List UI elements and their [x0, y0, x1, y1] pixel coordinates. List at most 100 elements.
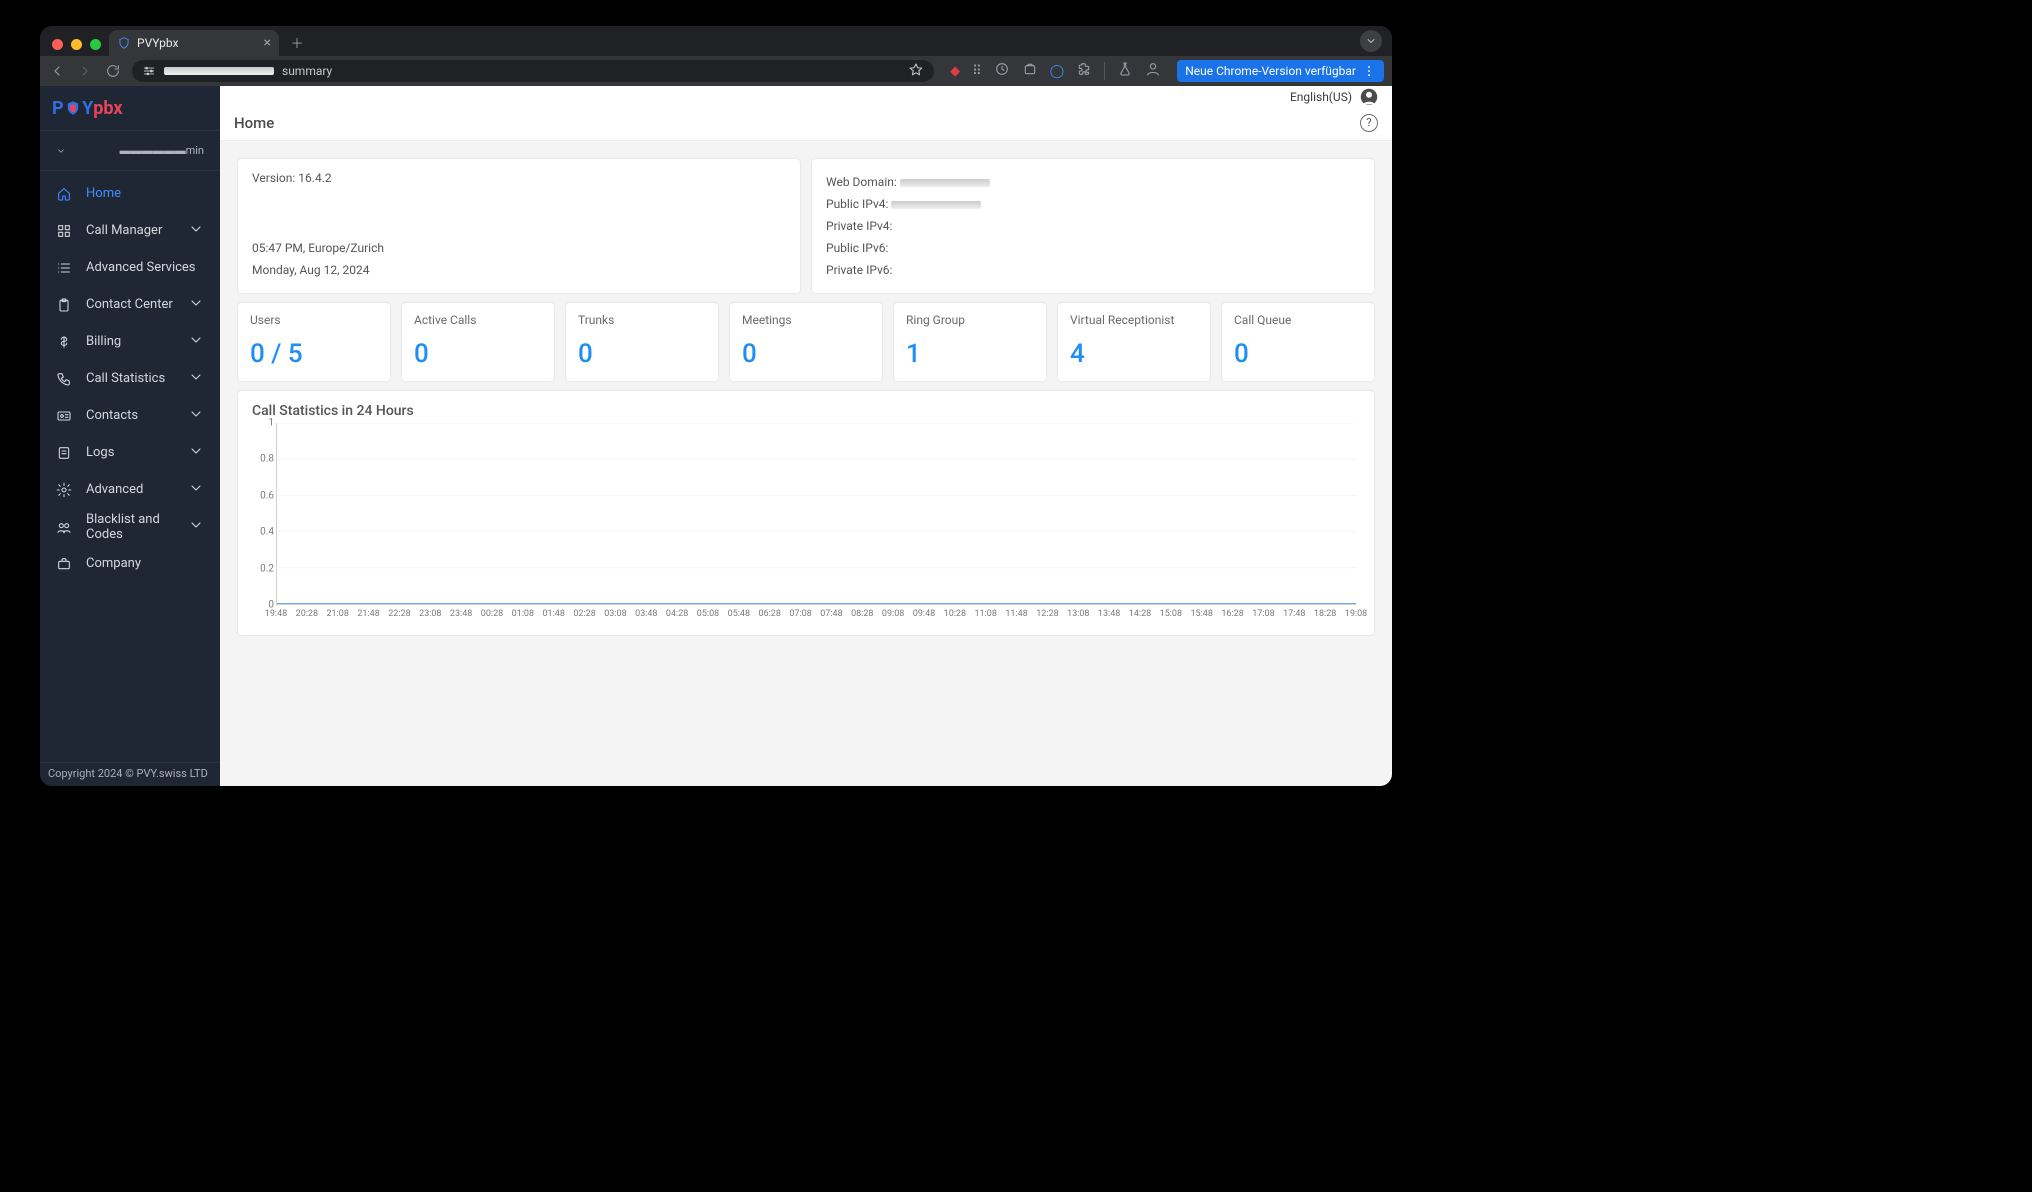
stat-value: 4 [1070, 339, 1198, 369]
version-label: Version: [252, 171, 295, 185]
y-tick-label: 0.4 [260, 527, 274, 538]
sidebar-item-advanced-services[interactable]: Advanced Services [40, 249, 220, 286]
net-row: Public IPv4: [826, 193, 1360, 215]
chrome-update-banner[interactable]: Neue Chrome-Version verfügbar [1177, 60, 1384, 82]
x-tick-label: 18:28 [1314, 609, 1336, 619]
avatar-icon[interactable] [1360, 88, 1378, 106]
address-bar[interactable]: summary [132, 60, 934, 82]
sidebar-item-contacts[interactable]: Contacts [40, 397, 220, 434]
stat-label: Users [250, 313, 378, 327]
x-tick-label: 22:28 [388, 609, 410, 619]
y-tick-label: 1 [268, 418, 274, 429]
chevron-down-icon [188, 369, 204, 389]
new-tab-button[interactable]: ＋ [285, 30, 309, 54]
x-tick-label: 10:28 [944, 609, 966, 619]
stat-card-meetings: Meetings 0 [730, 303, 882, 381]
language-selector[interactable]: English(US) [1290, 90, 1352, 104]
x-tick-label: 21:48 [357, 609, 379, 619]
x-tick-label: 17:08 [1252, 609, 1274, 619]
x-tick-label: 16:28 [1221, 609, 1243, 619]
x-tick-label: 07:08 [789, 609, 811, 619]
close-tab-icon[interactable]: × [264, 35, 271, 51]
chrome-update-label: Neue Chrome-Version verfügbar [1185, 64, 1356, 78]
x-tick-label: 07:48 [820, 609, 842, 619]
ext-icon-2[interactable]: ⠿ [972, 64, 982, 79]
maximize-window-icon[interactable] [90, 39, 101, 50]
browser-tab[interactable]: PVYpbx × [109, 30, 279, 56]
chevron-down-icon [188, 332, 204, 352]
ext-icon-1[interactable]: ◆ [950, 64, 960, 79]
x-tick-label: 11:48 [1005, 609, 1027, 619]
x-tick-label: 17:48 [1283, 609, 1305, 619]
chevron-down-icon [188, 517, 204, 537]
net-row: Public IPv6: [826, 237, 1360, 259]
reload-button[interactable] [104, 62, 122, 80]
close-window-icon[interactable] [52, 39, 63, 50]
stat-card-ring-group: Ring Group 1 [894, 303, 1046, 381]
stat-card-call-queue: Call Queue 0 [1222, 303, 1374, 381]
tab-strip: PVYpbx × ＋ [40, 26, 1392, 56]
labs-flask-icon[interactable] [1117, 61, 1133, 81]
extensions-puzzle-icon[interactable] [1076, 61, 1092, 81]
forward-button[interactable] [76, 62, 94, 80]
ext-icon-3[interactable] [994, 61, 1010, 81]
site-settings-icon[interactable] [142, 64, 156, 78]
x-tick-label: 19:08 [1345, 609, 1367, 619]
x-tick-label: 13:08 [1067, 609, 1089, 619]
sidebar-menu: Home Call Manager Advanced Services Cont… [40, 171, 220, 762]
shield-icon [64, 99, 82, 117]
profile-icon[interactable] [1145, 61, 1161, 81]
separator [1104, 62, 1105, 80]
sidebar-item-call-statistics[interactable]: Call Statistics [40, 360, 220, 397]
sidebar-item-billing[interactable]: Billing [40, 323, 220, 360]
tenant-selector[interactable]: ▬▬▬▬▬▬min [40, 131, 220, 171]
sidebar-item-home[interactable]: Home [40, 175, 220, 212]
x-tick-label: 15:48 [1190, 609, 1212, 619]
stat-value: 0 [1234, 339, 1362, 369]
stat-label: Call Queue [1234, 313, 1362, 327]
net-label: Private IPv6: [826, 263, 892, 277]
stat-value: 0 [578, 339, 706, 369]
x-tick-label: 09:08 [882, 609, 904, 619]
sidebar-item-call-manager[interactable]: Call Manager [40, 212, 220, 249]
version-value: 16.4.2 [298, 171, 331, 185]
x-tick-label: 02:28 [573, 609, 595, 619]
x-tick-label: 20:28 [296, 609, 318, 619]
chevron-down-icon [188, 221, 204, 241]
brand-logo: P Y pbx [40, 86, 220, 131]
sidebar-item-company[interactable]: Company [40, 545, 220, 582]
url-path: summary [282, 64, 332, 78]
sidebar-footer: Copyright 2024 © PVY.swiss LTD [40, 762, 220, 786]
sidebar-item-advanced[interactable]: Advanced [40, 471, 220, 508]
sidebar-item-logs[interactable]: Logs [40, 434, 220, 471]
x-tick-label: 05:08 [697, 609, 719, 619]
minimize-window-icon[interactable] [71, 39, 82, 50]
net-label: Public IPv4: [826, 197, 888, 211]
x-tick-label: 00:28 [481, 609, 503, 619]
home-icon [56, 186, 72, 202]
ext-icon-5[interactable]: ◯ [1050, 64, 1065, 79]
kebab-menu-icon[interactable] [1362, 64, 1376, 78]
stat-card-trunks: Trunks 0 [566, 303, 718, 381]
tab-overflow-button[interactable] [1360, 30, 1382, 52]
net-label: Private IPv4: [826, 219, 892, 233]
back-button[interactable] [48, 62, 66, 80]
sidebar-item-contact-center[interactable]: Contact Center [40, 286, 220, 323]
x-tick-label: 03:08 [604, 609, 626, 619]
help-icon[interactable]: ? [1360, 114, 1378, 132]
log-icon [56, 445, 72, 461]
stat-label: Trunks [578, 313, 706, 327]
x-tick-label: 03:48 [635, 609, 657, 619]
grid-icon [56, 223, 72, 239]
bookmark-star-icon[interactable] [908, 62, 924, 81]
x-tick-label: 01:08 [512, 609, 534, 619]
dollar-icon [56, 334, 72, 350]
page-title: Home [234, 114, 274, 132]
idcard-icon [56, 408, 72, 424]
sidebar-item-blacklist-and-codes[interactable]: Blacklist and Codes [40, 508, 220, 545]
stat-card-virtual-receptionist: Virtual Receptionist 4 [1058, 303, 1210, 381]
clipboard-icon [56, 297, 72, 313]
ext-icon-4[interactable] [1022, 61, 1038, 81]
window-controls [48, 39, 109, 56]
sidebar-item-label: Logs [86, 445, 114, 460]
